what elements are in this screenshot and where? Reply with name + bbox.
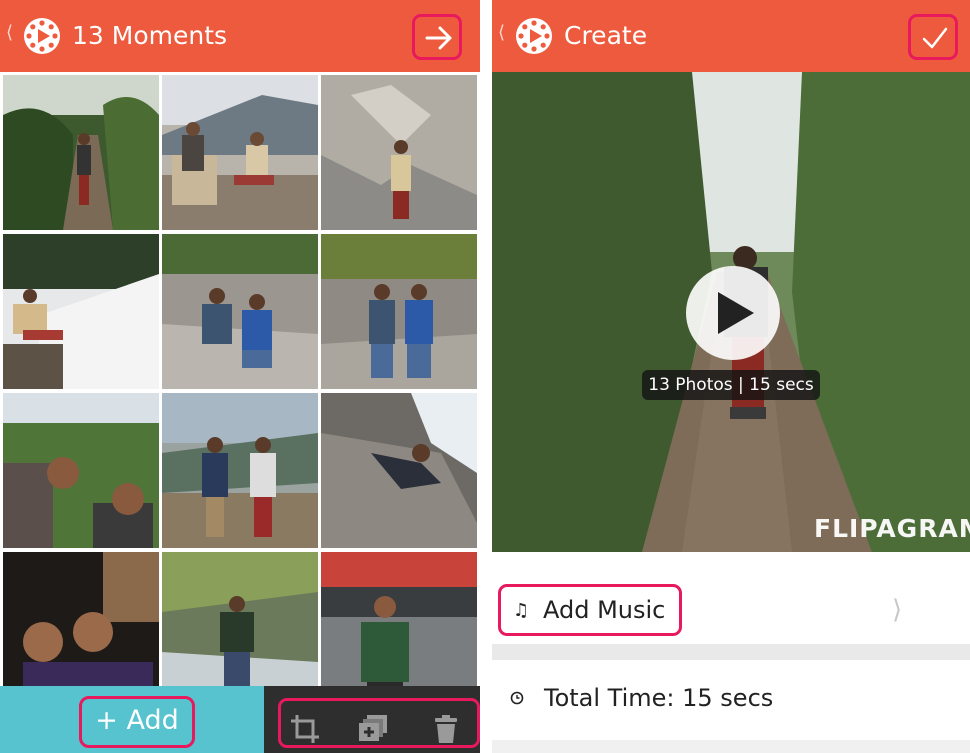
clock-icon (510, 690, 524, 705)
photo-tile[interactable] (162, 393, 318, 548)
moments-screen: ⟨ 13 Moments + Add (0, 0, 480, 753)
music-note-icon: ♫ (513, 600, 530, 621)
arrow-right-icon (425, 26, 452, 50)
photo-tile[interactable] (321, 552, 477, 707)
photo-tile[interactable] (162, 552, 318, 707)
back-chevron-icon[interactable]: ⟨ (6, 24, 14, 42)
total-time-row[interactable]: Total Time: 15 secs (492, 660, 970, 740)
total-time-label: Total Time: 15 secs (544, 684, 774, 712)
confirm-button[interactable] (908, 14, 958, 60)
screen-title: 13 Moments (72, 21, 228, 50)
photo-tile[interactable] (3, 234, 159, 389)
photo-tile[interactable] (3, 552, 159, 707)
tools-bar (264, 686, 480, 753)
photo-tile[interactable] (321, 393, 477, 548)
flipagram-logo-icon[interactable] (22, 16, 62, 56)
section-divider (492, 644, 970, 660)
app-bar: ⟨ 13 Moments (0, 0, 480, 72)
tools-group (278, 698, 480, 748)
photo-tile[interactable] (321, 234, 477, 389)
back-chevron-icon[interactable]: ⟨ (498, 24, 506, 42)
add-music-row[interactable]: ♫ Add Music ⟩ (492, 566, 970, 644)
photo-grid (0, 72, 480, 707)
trash-icon[interactable] (431, 713, 463, 745)
add-button[interactable]: + Add (79, 696, 195, 748)
photo-tile[interactable] (321, 75, 477, 230)
photo-tile[interactable] (3, 393, 159, 548)
add-music-button[interactable]: ♫ Add Music (498, 584, 682, 636)
crop-icon[interactable] (289, 713, 321, 745)
checkmark-icon (922, 27, 948, 49)
next-button[interactable] (412, 14, 462, 60)
photo-tile[interactable] (162, 75, 318, 230)
video-preview[interactable]: 13 Photos | 15 secs FLIPAGRAM (492, 72, 970, 552)
bottom-divider (492, 740, 970, 753)
photo-count-badge: 13 Photos | 15 secs (642, 370, 820, 400)
flipagram-watermark: FLIPAGRAM (814, 514, 970, 543)
duplicate-icon[interactable] (357, 713, 389, 745)
create-screen: ⟨ Create 13 Photos | 15 secs FLIPAGRAM ♫… (492, 0, 970, 753)
play-icon (718, 292, 754, 334)
add-music-label: Add Music (543, 596, 666, 624)
play-button[interactable] (686, 266, 780, 360)
add-bar: + Add (0, 686, 264, 753)
flipagram-logo-icon[interactable] (514, 16, 554, 56)
photo-tile[interactable] (162, 234, 318, 389)
chevron-right-icon: ⟩ (892, 595, 903, 625)
app-bar: ⟨ Create (492, 0, 970, 72)
photo-tile[interactable] (3, 75, 159, 230)
screen-title: Create (564, 21, 648, 50)
